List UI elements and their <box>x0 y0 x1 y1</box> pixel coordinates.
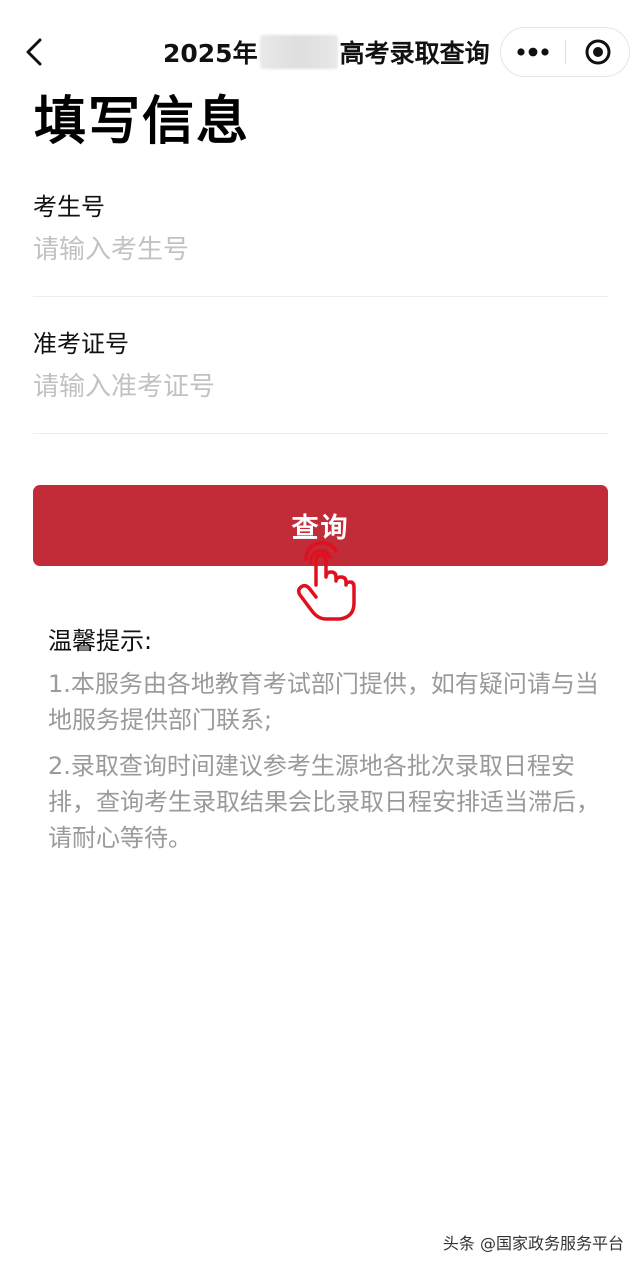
exam-number-field: 考生号 <box>33 186 608 297</box>
hand-pointer-icon <box>296 541 356 621</box>
more-button[interactable] <box>501 28 565 76</box>
close-button[interactable] <box>566 28 630 76</box>
nav-title-prefix: 2025年 <box>163 39 258 68</box>
redacted-region <box>259 35 338 69</box>
mini-program-capsule <box>500 27 630 77</box>
exam-number-label: 考生号 <box>33 193 105 221</box>
admission-ticket-field: 准考证号 <box>33 323 608 434</box>
more-dots-icon <box>517 47 549 57</box>
tip-item-2: 2.录取查询时间建议参考生源地各批次录取日程安排，查询考生录取结果会比录取日程安… <box>48 752 600 852</box>
nav-title: 2025年 高考录取查询 <box>150 30 510 74</box>
back-button[interactable] <box>14 30 54 74</box>
tips-title: 温馨提示: <box>48 627 153 655</box>
page-title: 填写信息 <box>34 92 251 152</box>
target-close-icon <box>585 39 611 65</box>
nav-title-suffix: 高考录取查询 <box>339 39 490 68</box>
chevron-left-icon <box>26 38 42 66</box>
tips-section: 温馨提示: 1.本服务由各地教育考试部门提供，如有疑问请与当地服务提供部门联系;… <box>48 624 608 866</box>
exam-number-input[interactable] <box>33 230 593 270</box>
admission-ticket-input[interactable] <box>33 367 593 407</box>
source-watermark: 头条 @国家政务服务平台 <box>442 1234 624 1253</box>
admission-ticket-label: 准考证号 <box>33 330 129 358</box>
tip-item-1: 1.本服务由各地教育考试部门提供，如有疑问请与当地服务提供部门联系; <box>48 670 599 734</box>
